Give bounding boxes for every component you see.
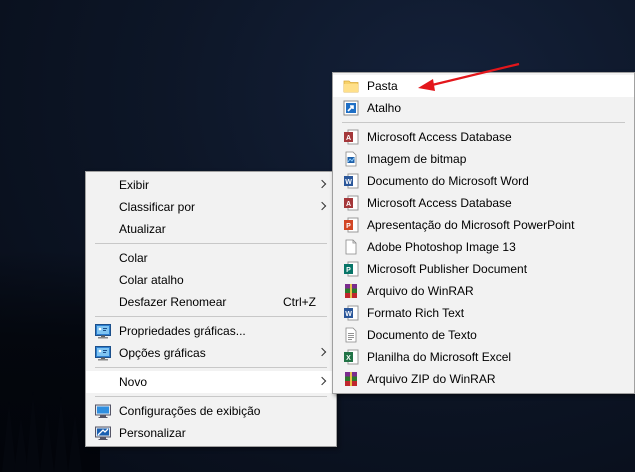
personalize-icon (95, 426, 111, 440)
menu-item-label: Colar (119, 251, 148, 265)
menu-item-label: Documento do Microsoft Word (367, 174, 529, 188)
menu-item-label: Classificar por (119, 200, 196, 214)
menu-item-colar[interactable]: Colar (86, 247, 336, 269)
submenu-item-arquivo-zip-winrar[interactable]: Arquivo ZIP do WinRAR (333, 368, 634, 390)
menu-separator (342, 122, 625, 123)
shortcut-icon (343, 100, 359, 116)
submenu-item-documento-word[interactable]: W Documento do Microsoft Word (333, 170, 634, 192)
menu-item-classificar-por[interactable]: Classificar por (86, 196, 336, 218)
access-icon: A (344, 129, 359, 145)
submenu-item-apresentacao-powerpoint[interactable]: P Apresentação do Microsoft PowerPoint (333, 214, 634, 236)
new-submenu: Pasta Atalho A Microsoft Access Database… (332, 72, 635, 394)
rtf-icon: W (344, 305, 359, 321)
menu-item-label: Microsoft Access Database (367, 130, 512, 144)
winrar-zip-icon (345, 372, 357, 386)
menu-item-label: Novo (119, 375, 148, 389)
winrar-icon (345, 284, 357, 298)
menu-separator (95, 396, 327, 397)
submenu-item-access-database[interactable]: A Microsoft Access Database (333, 126, 634, 148)
svg-text:A: A (346, 201, 351, 208)
menu-item-label: Desfazer Renomear (119, 295, 227, 309)
menu-separator (95, 316, 327, 317)
submenu-item-arquivo-winrar[interactable]: Arquivo do WinRAR (333, 280, 634, 302)
menu-item-opcoes-graficas[interactable]: Opções gráficas (86, 342, 336, 364)
menu-item-label: Formato Rich Text (367, 306, 465, 320)
desktop-context-menu: Exibir Classificar por Atualizar Colar C… (85, 171, 337, 447)
chevron-right-icon (318, 174, 326, 196)
menu-item-label: Microsoft Publisher Document (367, 262, 528, 276)
svg-text:P: P (346, 267, 351, 274)
powerpoint-icon: P (344, 217, 359, 233)
submenu-item-formato-rich-text[interactable]: W Formato Rich Text (333, 302, 634, 324)
menu-item-label: Adobe Photoshop Image 13 (367, 240, 516, 254)
menu-item-propriedades-graficas[interactable]: Propriedades gráficas... (86, 320, 336, 342)
svg-text:W: W (345, 179, 352, 186)
submenu-item-imagem-bitmap[interactable]: Imagem de bitmap (333, 148, 634, 170)
intel-graphics-icon (95, 346, 111, 361)
menu-item-label: Atualizar (119, 222, 166, 236)
text-document-icon (345, 327, 357, 343)
menu-item-desfazer-renomear[interactable]: Desfazer Renomear Ctrl+Z (86, 291, 336, 313)
blank-file-icon (345, 239, 357, 255)
svg-text:X: X (346, 355, 351, 362)
chevron-right-icon (318, 342, 326, 364)
menu-item-label: Microsoft Access Database (367, 196, 512, 210)
menu-item-exibir[interactable]: Exibir (86, 174, 336, 196)
menu-item-label: Arquivo ZIP do WinRAR (367, 372, 496, 386)
menu-item-label: Planilha do Microsoft Excel (367, 350, 512, 364)
menu-item-label: Documento de Texto (367, 328, 477, 342)
excel-icon: X (344, 349, 359, 365)
submenu-item-access-database-2[interactable]: A Microsoft Access Database (333, 192, 634, 214)
menu-separator (95, 367, 327, 368)
menu-item-label: Imagem de bitmap (367, 152, 467, 166)
submenu-item-pasta[interactable]: Pasta (333, 75, 634, 97)
menu-item-label: Configurações de exibição (119, 404, 261, 418)
submenu-item-photoshop-image[interactable]: Adobe Photoshop Image 13 (333, 236, 634, 258)
access-icon: A (344, 195, 359, 211)
menu-item-label: Atalho (367, 101, 402, 115)
menu-item-atualizar[interactable]: Atualizar (86, 218, 336, 240)
shortcut-text: Ctrl+Z (283, 295, 316, 309)
menu-item-label: Arquivo do WinRAR (367, 284, 474, 298)
intel-graphics-icon (95, 324, 111, 339)
submenu-item-planilha-excel[interactable]: X Planilha do Microsoft Excel (333, 346, 634, 368)
display-settings-icon (95, 404, 111, 418)
menu-item-label: Opções gráficas (119, 346, 206, 360)
menu-item-label: Apresentação do Microsoft PowerPoint (367, 218, 575, 232)
publisher-icon: P (344, 261, 359, 277)
menu-item-novo[interactable]: Novo (86, 371, 336, 393)
menu-item-label: Colar atalho (119, 273, 184, 287)
svg-text:P: P (346, 223, 351, 230)
svg-text:W: W (345, 311, 352, 318)
bitmap-icon (345, 151, 357, 167)
menu-item-colar-atalho[interactable]: Colar atalho (86, 269, 336, 291)
menu-item-label: Pasta (367, 79, 398, 93)
menu-item-label: Propriedades gráficas... (119, 324, 246, 338)
submenu-item-publisher-document[interactable]: P Microsoft Publisher Document (333, 258, 634, 280)
submenu-item-atalho[interactable]: Atalho (333, 97, 634, 119)
menu-item-personalizar[interactable]: Personalizar (86, 422, 336, 444)
menu-separator (95, 243, 327, 244)
chevron-right-icon (318, 371, 326, 393)
menu-item-configuracoes-exibicao[interactable]: Configurações de exibição (86, 400, 336, 422)
menu-item-label: Exibir (119, 178, 150, 192)
folder-icon (343, 80, 359, 93)
submenu-item-documento-texto[interactable]: Documento de Texto (333, 324, 634, 346)
word-icon: W (344, 173, 359, 189)
svg-text:A: A (346, 135, 351, 142)
menu-item-label: Personalizar (119, 426, 186, 440)
chevron-right-icon (318, 196, 326, 218)
